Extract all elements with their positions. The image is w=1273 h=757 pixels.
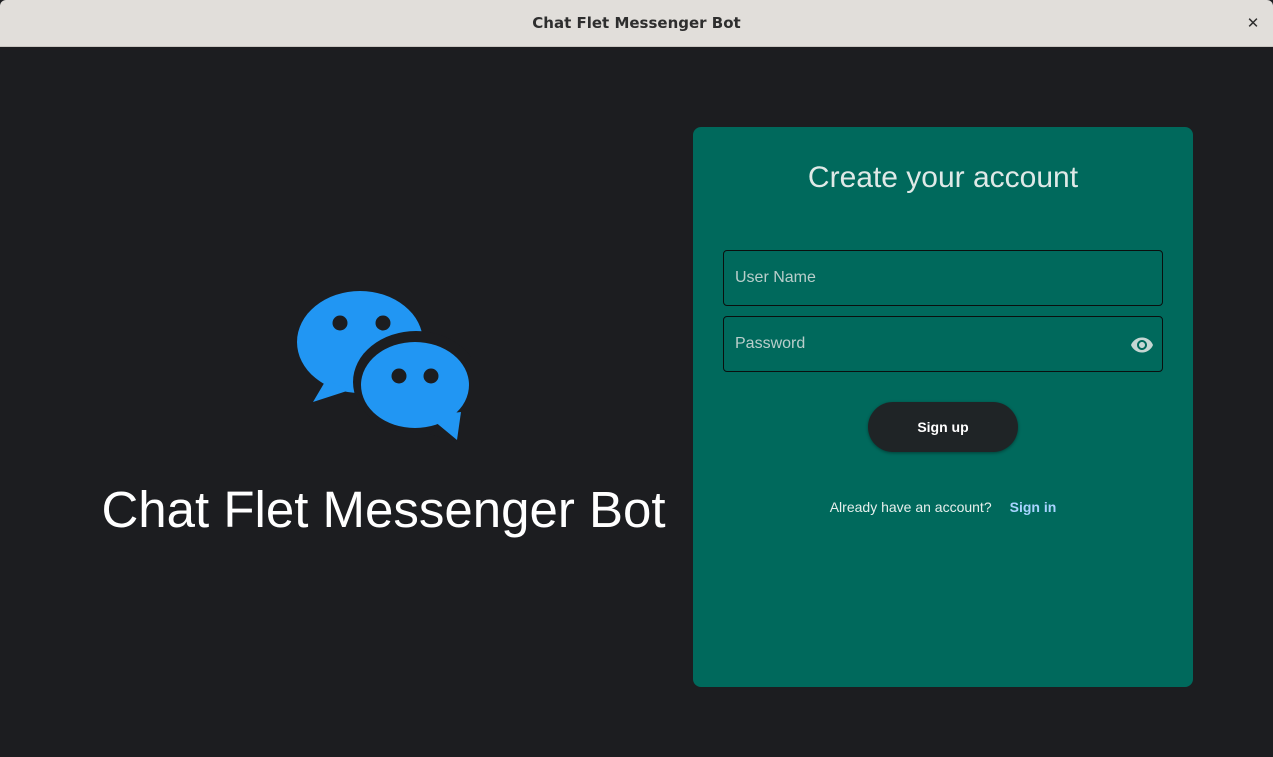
app-body: Chat Flet Messenger Bot Create your acco… (0, 47, 1273, 757)
card-title: Create your account (807, 161, 1079, 194)
signup-card: Create your account Sign up Already have… (693, 127, 1193, 687)
window-titlebar: Chat Flet Messenger Bot ✕ (0, 0, 1273, 47)
wechat-chat-bubbles-icon (297, 291, 471, 442)
signup-button[interactable]: Sign up (868, 402, 1018, 452)
signin-row: Already have an account? Sign in (693, 499, 1193, 515)
username-input[interactable] (724, 251, 1162, 305)
signin-link[interactable]: Sign in (1010, 499, 1057, 515)
username-field[interactable] (723, 250, 1163, 306)
window-title: Chat Flet Messenger Bot (532, 14, 741, 32)
brand-title: Chat Flet Messenger Bot (101, 481, 666, 538)
close-button[interactable]: ✕ (1241, 11, 1265, 35)
password-field[interactable] (723, 316, 1163, 372)
signin-prompt: Already have an account? (829, 499, 992, 515)
password-input[interactable] (724, 317, 1162, 371)
eye-icon[interactable] (1130, 333, 1154, 357)
